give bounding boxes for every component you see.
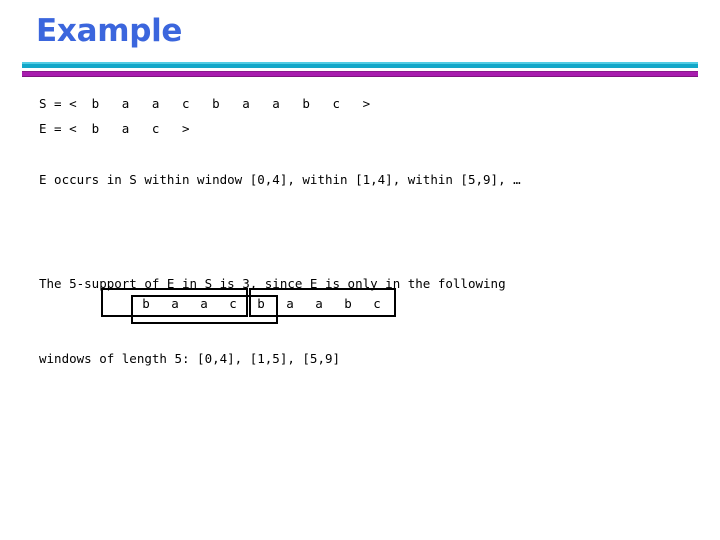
page-title: Example	[36, 13, 183, 49]
title-divider	[22, 62, 698, 78]
support-paragraph: The 5-support of E in S is 3, since E is…	[39, 221, 659, 421]
support-paragraph-line: windows of length 5: [0,4], [1,5], [5,9]	[39, 351, 341, 366]
sequence-e-line: E = < b a c >	[39, 121, 190, 136]
occurrence-statement: E occurs in S within window [0,4], withi…	[39, 172, 521, 187]
sequence-s-line: S = < b a a c b a a b c >	[39, 96, 371, 111]
support-paragraph-line: The 5-support of E in S is 3, since E is…	[39, 276, 506, 291]
divider-magenta-shadow	[22, 76, 698, 77]
slide-canvas: Example S = < b a a c b a a b c > E = < …	[0, 0, 720, 540]
